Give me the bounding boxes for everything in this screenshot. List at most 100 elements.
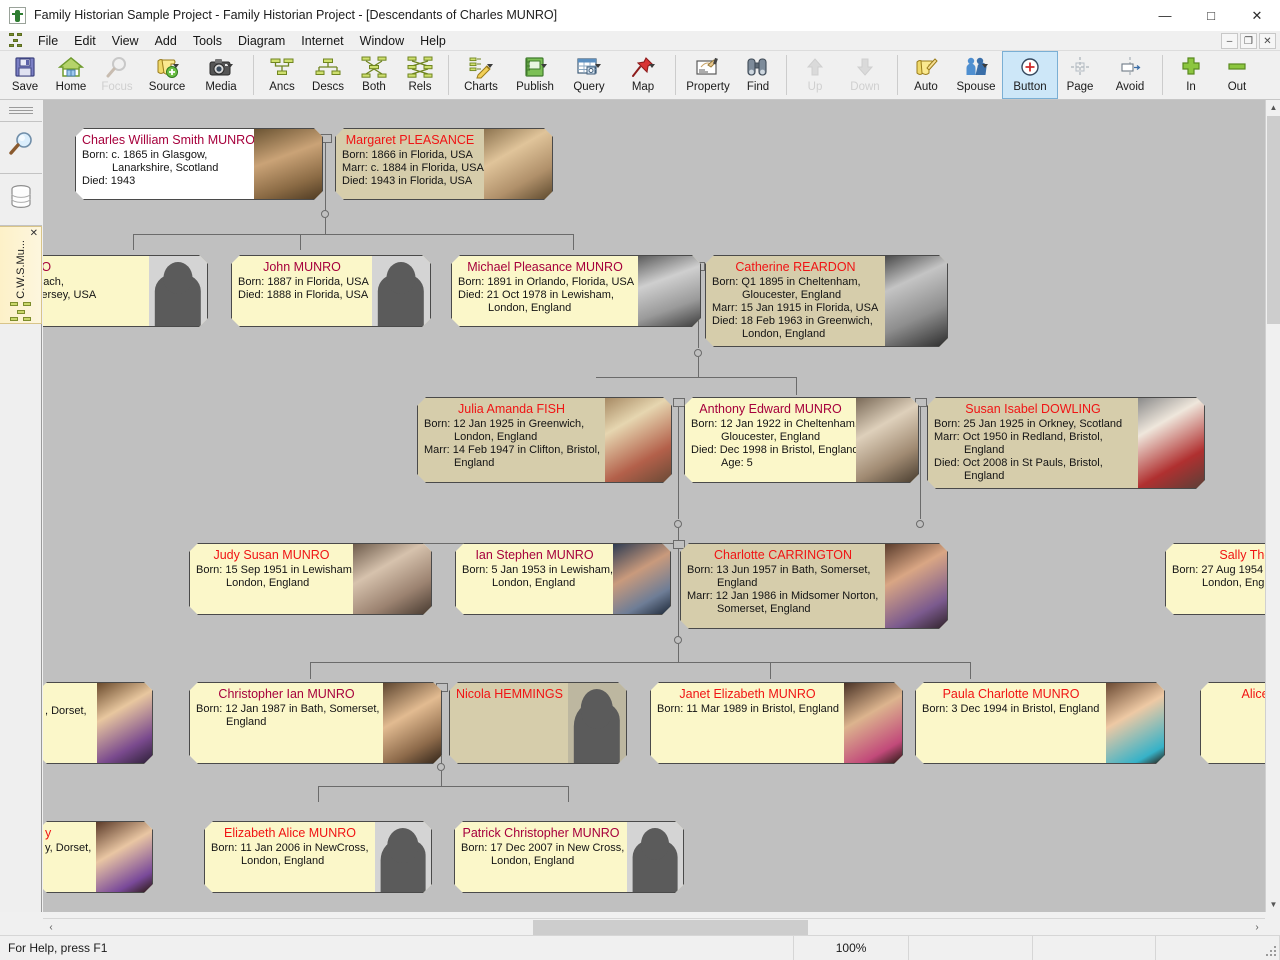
scroll-down-arrow-icon[interactable]: ▼ — [1266, 897, 1280, 912]
connector-node[interactable] — [321, 210, 329, 218]
person-photo[interactable] — [613, 544, 670, 614]
person-card-julia-amanda-fish[interactable]: Julia Amanda FISH Born: 12 Jan 1925 in G… — [417, 397, 672, 483]
connector-node[interactable] — [916, 520, 924, 528]
toolbar-media-button[interactable]: Media — [194, 52, 248, 98]
menu-edit[interactable]: Edit — [66, 32, 104, 50]
toolbar-save-button[interactable]: Save — [2, 52, 48, 98]
person-card-nicola-hemmings[interactable]: Nicola HEMMINGS — [449, 682, 627, 764]
menu-file[interactable]: File — [30, 32, 66, 50]
person-card-charlotte-carrington[interactable]: Charlotte CARRINGTON Born: 13 Jun 1957 i… — [680, 543, 948, 629]
person-photo-placeholder[interactable] — [375, 822, 431, 892]
person-card-judy-susan-munro[interactable]: Judy Susan MUNRO Born: 15 Sep 1951 in Le… — [189, 543, 432, 615]
person-card-clipped-munro[interactable]: ot MUNRO in Palm Beach, 7 in New Jersey,… — [43, 255, 208, 327]
chevron-down-icon[interactable] — [487, 64, 493, 68]
toolbar-auto-button[interactable]: Auto — [903, 52, 949, 98]
toolbar-both-button[interactable]: Both — [351, 52, 397, 98]
connector-node[interactable] — [437, 763, 445, 771]
resize-grip-icon[interactable] — [1266, 946, 1278, 958]
toolbar-zoom-out-button[interactable]: Out — [1214, 52, 1260, 98]
maximize-button[interactable]: □ — [1188, 0, 1234, 31]
toolbar-spouse-button[interactable]: Spouse — [949, 52, 1003, 98]
toolbar-charts-button[interactable]: Charts — [454, 52, 508, 98]
toolbar-button-button[interactable]: Button — [1002, 51, 1058, 99]
connector-node[interactable] — [694, 349, 702, 357]
chevron-down-icon[interactable] — [173, 64, 179, 68]
connector-node[interactable] — [674, 636, 682, 644]
person-photo[interactable] — [484, 129, 552, 199]
person-card-catherine-reardon[interactable]: Catherine REARDON Born: Q1 1895 in Chelt… — [705, 255, 948, 347]
menu-view[interactable]: View — [104, 32, 147, 50]
person-card-clipped-dorset2[interactable]: y y, Dorset, — [43, 821, 153, 893]
person-photo-placeholder[interactable] — [149, 256, 207, 326]
person-photo[interactable] — [856, 398, 918, 482]
focus-window-button[interactable] — [0, 122, 42, 174]
person-card-sally-theresa[interactable]: Sally Theresa Born: 27 Aug 1954 London, … — [1165, 543, 1265, 615]
person-photo[interactable] — [1106, 683, 1164, 763]
toolbar-publish-button[interactable]: Publish — [508, 52, 562, 98]
toolbar-property-button[interactable]: Property — [681, 52, 735, 98]
toolbar-map-button[interactable]: Map — [616, 52, 670, 98]
person-card-paula-charlotte-munro[interactable]: Paula Charlotte MUNRO Born: 3 Dec 1994 i… — [915, 682, 1165, 764]
chevron-down-icon[interactable] — [595, 64, 601, 68]
person-card-michael-pleasance-munro[interactable]: Michael Pleasance MUNRO Born: 1891 in Or… — [451, 255, 701, 327]
toolbar-ancs-button[interactable]: Ancs — [259, 52, 305, 98]
toolbar-focus-button[interactable]: Focus — [94, 52, 140, 98]
toolbar-descs-button[interactable]: Descs — [305, 52, 351, 98]
person-card-patrick-christopher-munro[interactable]: Patrick Christopher MUNRO Born: 17 Dec 2… — [454, 821, 684, 893]
person-card-janet-elizabeth-munro[interactable]: Janet Elizabeth MUNRO Born: 11 Mar 1989 … — [650, 682, 903, 764]
toolbar-avoid-button[interactable]: Avoid — [1103, 52, 1157, 98]
connector-node[interactable] — [674, 520, 682, 528]
chevron-down-icon[interactable] — [541, 64, 547, 68]
horizontal-scrollbar[interactable]: ‹ › — [43, 918, 1265, 935]
person-card-alice-har[interactable]: Alice HAR — [1200, 682, 1265, 764]
records-window-button[interactable] — [0, 174, 42, 226]
person-photo[interactable] — [254, 129, 322, 199]
sidebar-tab-cwsmunro[interactable]: ✕ C.W.S.Mu... — [0, 226, 42, 324]
mdi-minimize-button[interactable]: – — [1221, 33, 1238, 49]
menu-window[interactable]: Window — [352, 32, 412, 50]
person-photo[interactable] — [383, 683, 441, 763]
person-photo[interactable] — [353, 544, 431, 614]
person-photo-placeholder[interactable] — [627, 822, 683, 892]
toolbar-find-button[interactable]: Find — [735, 52, 781, 98]
person-card-christopher-ian-munro[interactable]: Christopher Ian MUNRO Born: 12 Jan 1987 … — [189, 682, 442, 764]
toolbar-rels-button[interactable]: Rels — [397, 52, 443, 98]
person-card-anthony-edward-munro[interactable]: Anthony Edward MUNRO Born: 12 Jan 1922 i… — [684, 397, 919, 483]
mdi-restore-button[interactable]: ❐ — [1240, 33, 1257, 49]
toolbar-query-button[interactable]: Query — [562, 52, 616, 98]
person-photo[interactable] — [605, 398, 671, 482]
menu-add[interactable]: Add — [147, 32, 185, 50]
scroll-right-arrow-icon[interactable]: › — [1249, 919, 1265, 936]
person-photo[interactable] — [1138, 398, 1204, 488]
menu-internet[interactable]: Internet — [293, 32, 351, 50]
toolbar-up-button[interactable]: Up — [792, 52, 838, 98]
chevron-down-icon[interactable] — [227, 64, 233, 68]
vertical-scroll-thumb[interactable] — [1267, 116, 1280, 324]
toolbar-home-button[interactable]: Home — [48, 52, 94, 98]
chevron-down-icon[interactable] — [982, 64, 988, 68]
person-photo[interactable] — [885, 256, 947, 346]
toolbar-down-button[interactable]: Down — [838, 52, 892, 98]
menu-help[interactable]: Help — [412, 32, 454, 50]
person-photo-placeholder[interactable] — [372, 256, 430, 326]
person-card-margaret-pleasance[interactable]: Margaret PLEASANCE Born: 1866 in Florida… — [335, 128, 553, 200]
toolbar-source-button[interactable]: Source — [140, 52, 194, 98]
menu-diagram[interactable]: Diagram — [230, 32, 293, 50]
toolbar-page-button[interactable]: Page — [1057, 52, 1103, 98]
scroll-left-arrow-icon[interactable]: ‹ — [43, 919, 59, 936]
person-card-charles-william-smith-munro[interactable]: Charles William Smith MUNRO Born: c. 186… — [75, 128, 323, 200]
person-photo[interactable] — [638, 256, 700, 326]
person-photo[interactable] — [885, 544, 947, 628]
close-button[interactable]: ✕ — [1234, 0, 1280, 31]
person-card-john-munro[interactable]: John MUNRO Born: 1887 in Florida, USA Di… — [231, 255, 431, 327]
toolbar-zoom-in-button[interactable]: In — [1168, 52, 1214, 98]
close-icon[interactable]: ✕ — [30, 229, 38, 239]
vertical-scrollbar[interactable]: ▲ ▼ — [1265, 100, 1280, 912]
person-card-ian-stephen-munro[interactable]: Ian Stephen MUNRO Born: 5 Jan 1953 in Le… — [455, 543, 671, 615]
person-photo[interactable] — [844, 683, 902, 763]
scroll-up-arrow-icon[interactable]: ▲ — [1266, 100, 1280, 115]
person-card-susan-isabel-dowling[interactable]: Susan Isabel DOWLING Born: 25 Jan 1925 i… — [927, 397, 1205, 489]
diagram-canvas[interactable]: Charles William Smith MUNRO Born: c. 186… — [43, 100, 1265, 912]
dock-drag-grip[interactable] — [0, 100, 42, 122]
mdi-close-button[interactable]: ✕ — [1259, 33, 1276, 49]
